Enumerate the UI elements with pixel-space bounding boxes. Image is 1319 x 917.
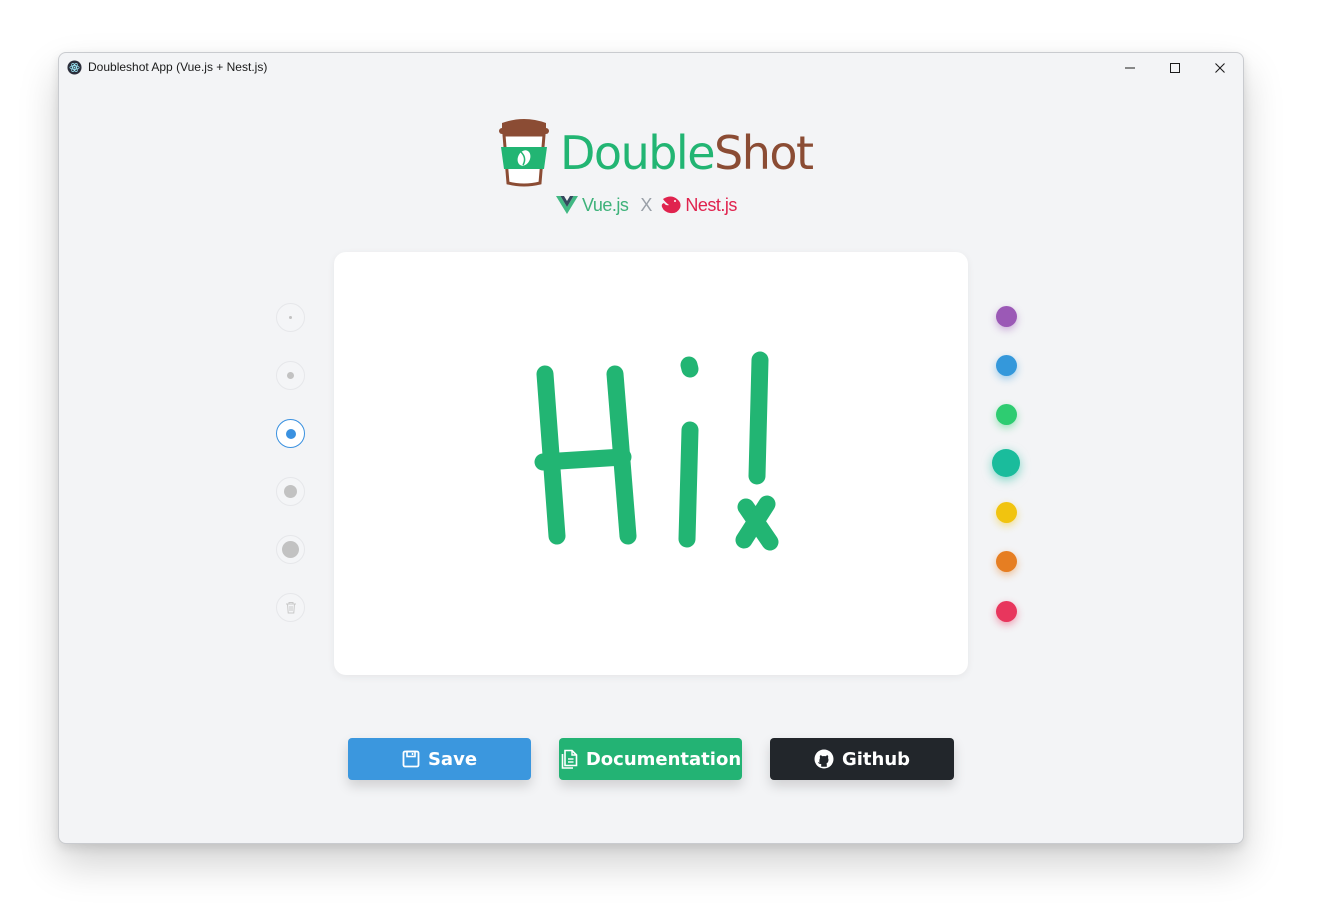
close-button[interactable]: [1197, 53, 1242, 83]
minimize-icon: [1124, 67, 1135, 69]
window-title: Doubleshot App (Vue.js + Nest.js): [88, 60, 268, 74]
color-swatch-orange[interactable]: [996, 551, 1017, 572]
brush-size-4-button[interactable]: [276, 477, 305, 506]
title-bar[interactable]: Doubleshot App (Vue.js + Nest.js): [59, 53, 1243, 83]
save-label: Save: [427, 748, 478, 770]
doubleshot-logo: DoubleShot: [496, 115, 816, 195]
brush-size-3-button[interactable]: [276, 419, 305, 448]
vue-logo-icon: [556, 196, 578, 214]
maximize-icon: [1169, 63, 1180, 73]
framework-subtitle: Vue.js X Nest.js: [556, 193, 756, 217]
color-swatch-green[interactable]: [996, 404, 1017, 425]
clear-canvas-button[interactable]: [276, 593, 305, 622]
minimize-button[interactable]: [1107, 53, 1152, 83]
color-swatch-red[interactable]: [996, 601, 1017, 622]
drawing-canvas[interactable]: [334, 252, 968, 675]
save-icon: [402, 750, 420, 768]
logo-text-double: Double: [560, 126, 716, 180]
trash-icon: [285, 602, 296, 614]
brush-size-5-button[interactable]: [276, 535, 305, 564]
document-icon: [561, 749, 578, 769]
brush-size-dot: [282, 541, 299, 558]
github-button[interactable]: Github: [770, 738, 954, 780]
brush-size-dot: [287, 372, 294, 379]
color-swatch-yellow[interactable]: [996, 502, 1017, 523]
app-window: Doubleshot App (Vue.js + Nest.js) Double…: [58, 52, 1244, 844]
maximize-button[interactable]: [1152, 53, 1197, 83]
hand-drawn-strokes: [534, 351, 779, 551]
brush-size-1-button[interactable]: [276, 303, 305, 332]
coffee-cup-icon: [499, 119, 549, 187]
documentation-label: Documentation: [585, 748, 742, 770]
documentation-button[interactable]: Documentation: [559, 738, 742, 780]
vue-label: Vue.js: [582, 194, 629, 215]
color-swatch-blue[interactable]: [996, 355, 1017, 376]
logo-text-shot: Shot: [714, 126, 814, 180]
brush-size-dot: [289, 316, 292, 319]
brush-size-dot: [285, 428, 296, 439]
github-icon: [814, 749, 834, 769]
brush-size-2-button[interactable]: [276, 361, 305, 390]
color-swatch-purple[interactable]: [996, 306, 1017, 327]
brush-size-dot: [284, 485, 297, 498]
save-button[interactable]: Save: [348, 738, 531, 780]
app-logo-text: DoubleShot: [560, 123, 814, 183]
nest-label: Nest.js: [685, 194, 737, 215]
electron-app-icon: [67, 60, 82, 75]
nest-logo-icon: [662, 196, 681, 214]
github-label: Github: [841, 748, 911, 770]
close-icon: [1214, 63, 1225, 73]
color-swatch-teal[interactable]: [992, 449, 1020, 477]
framework-separator: X: [640, 194, 653, 215]
